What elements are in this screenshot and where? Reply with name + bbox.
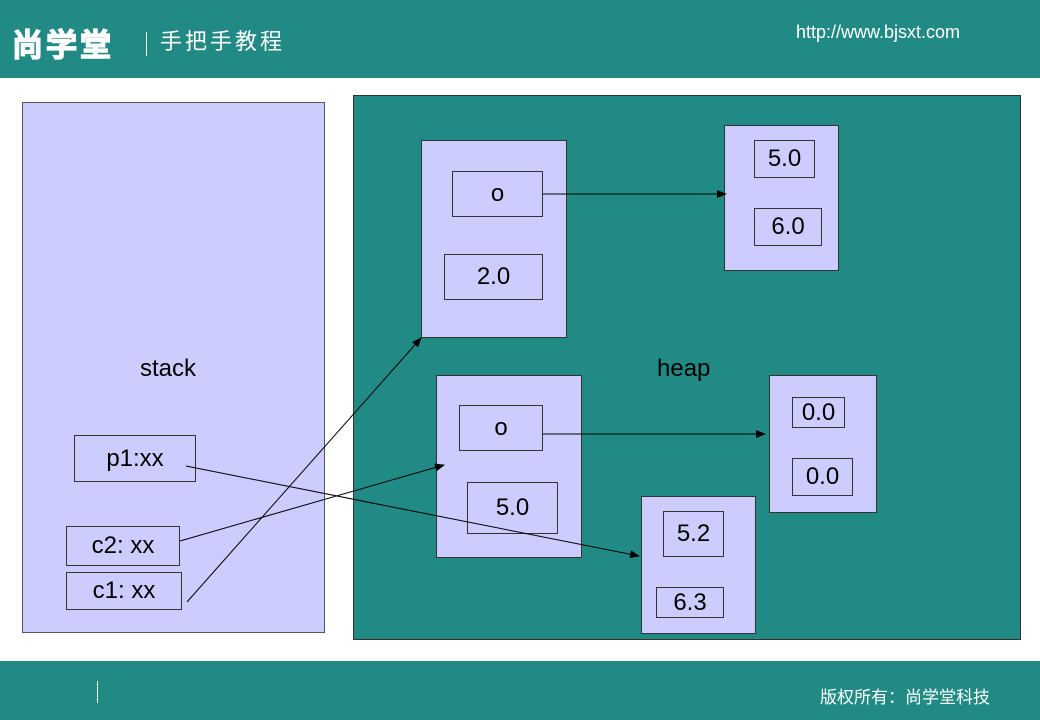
reference-arrows xyxy=(179,190,766,603)
arrow-c2-to-obj2 xyxy=(179,463,445,542)
footer-bar: 版权所有：尚学堂科技 xyxy=(0,661,1040,720)
arrow-p1-to-point-c xyxy=(185,465,640,559)
footer-copyright: 版权所有：尚学堂科技 xyxy=(820,688,990,708)
footer-divider xyxy=(97,681,98,703)
arrow-c1-to-obj1 xyxy=(186,337,422,603)
